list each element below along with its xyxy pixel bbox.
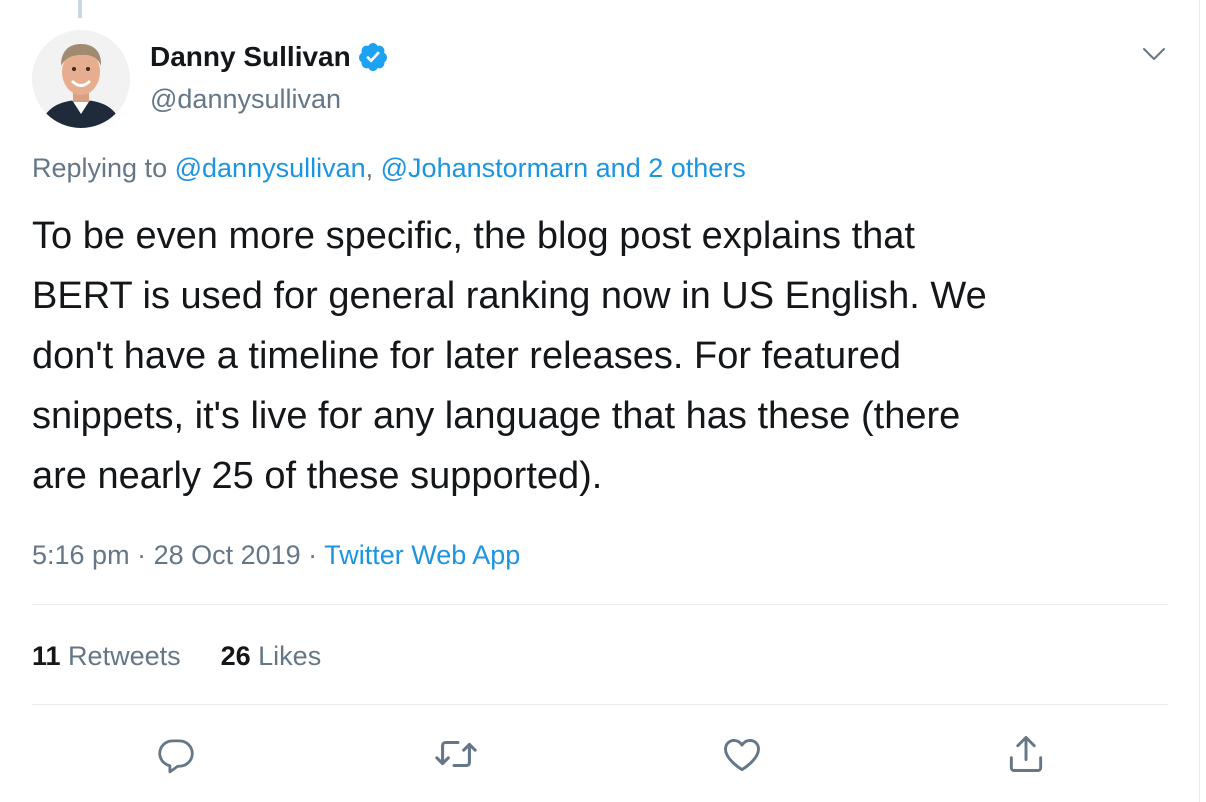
retweets-count: 11 (32, 641, 61, 671)
thread-connector-line (78, 0, 82, 18)
reply-button[interactable] (152, 730, 200, 778)
verified-badge-icon (357, 41, 389, 73)
retweets-label: Retweets (60, 641, 181, 671)
retweets-stat[interactable]: 11 Retweets (32, 638, 181, 674)
retweet-button[interactable] (432, 730, 480, 778)
share-button[interactable] (1002, 730, 1050, 778)
column-border (1199, 0, 1200, 802)
like-button[interactable] (718, 730, 766, 778)
tweet-source-link[interactable]: Twitter Web App (324, 540, 520, 570)
author-handle[interactable]: @dannysullivan (150, 82, 341, 116)
replying-to: Replying to @dannysullivan, @Johanstorma… (32, 150, 746, 186)
retweet-icon (435, 740, 477, 768)
divider (32, 704, 1168, 705)
mention-link[interactable]: @Johanstormarn (381, 153, 589, 183)
others-link[interactable]: and 2 others (596, 153, 746, 183)
tweet-date[interactable]: 28 Oct 2019 (154, 540, 301, 570)
profile-photo-icon (32, 30, 130, 128)
share-icon (1009, 736, 1043, 772)
divider (32, 604, 1168, 605)
tweet-text: To be even more specific, the blog post … (32, 215, 987, 497)
chevron-down-icon[interactable] (1140, 40, 1168, 68)
like-icon (724, 738, 760, 772)
tweet-time[interactable]: 5:16 pm (32, 540, 130, 570)
tweet-actions (0, 730, 1206, 778)
mention-separator: , (365, 153, 381, 183)
tweet-detail: Danny Sullivan @dannysullivan Replying t… (0, 0, 1206, 802)
reply-icon (158, 739, 194, 774)
avatar[interactable] (32, 30, 130, 128)
likes-stat[interactable]: 26 Likes (221, 638, 322, 674)
meta-separator: · (129, 540, 154, 570)
likes-count: 26 (220, 641, 251, 671)
display-name[interactable]: Danny Sullivan (150, 40, 351, 74)
likes-label: Likes (250, 641, 322, 671)
meta-separator: · (300, 540, 325, 570)
tweet-stats: 11 Retweets 26 Likes (32, 638, 361, 674)
replying-prefix: Replying to (32, 153, 175, 183)
tweet-meta: 5:16 pm · 28 Oct 2019 · Twitter Web App (32, 536, 520, 574)
author-name-row[interactable]: Danny Sullivan (150, 40, 389, 74)
mention-link[interactable]: @dannysullivan (175, 153, 366, 183)
